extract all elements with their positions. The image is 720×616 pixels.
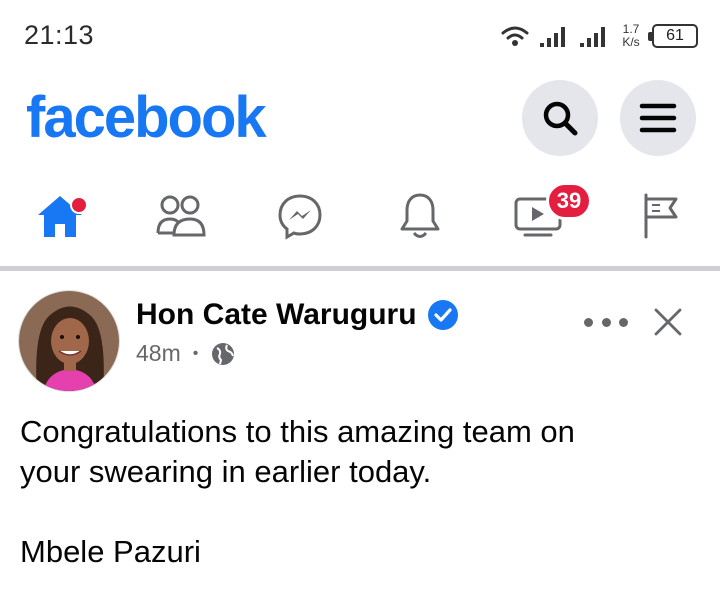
post-text-line: Congratulations to this amazing team on bbox=[20, 414, 575, 449]
post-text-line: Mbele Pazuri bbox=[20, 534, 201, 569]
avatar[interactable] bbox=[18, 290, 120, 392]
signal-icon-2 bbox=[580, 27, 605, 47]
profile-photo bbox=[19, 291, 119, 391]
bell-icon bbox=[400, 193, 440, 238]
battery-level: 61 bbox=[666, 27, 684, 44]
globe-icon bbox=[212, 342, 235, 365]
home-notification-dot bbox=[70, 196, 88, 214]
tab-friends[interactable] bbox=[150, 186, 210, 246]
wifi-icon bbox=[501, 26, 529, 46]
signal-icon bbox=[540, 27, 565, 47]
feed-post: Hon Cate Waruguru 48m • Congratulations … bbox=[0, 272, 720, 616]
verified-badge-icon bbox=[427, 300, 458, 330]
messenger-icon bbox=[278, 194, 322, 240]
more-dot bbox=[584, 317, 593, 327]
network-speed: 1.7 K/s bbox=[620, 23, 642, 49]
search-button[interactable] bbox=[522, 80, 598, 156]
feed-divider bbox=[0, 266, 720, 271]
tab-home[interactable] bbox=[30, 186, 90, 246]
close-icon[interactable] bbox=[650, 304, 686, 340]
watch-badge: 39 bbox=[546, 182, 592, 220]
status-bar: 21:13 1.7 K/s 61 bbox=[0, 0, 720, 72]
more-dot bbox=[619, 317, 628, 327]
post-time[interactable]: 48m bbox=[136, 340, 181, 367]
app-header: facebook bbox=[0, 80, 720, 160]
tab-notifications[interactable] bbox=[390, 186, 450, 246]
tab-watch[interactable]: 39 bbox=[508, 182, 592, 246]
status-icons: 1.7 K/s 61 bbox=[500, 18, 698, 54]
meta-separator: • bbox=[192, 344, 199, 362]
hamburger-menu-icon bbox=[639, 103, 677, 133]
facebook-logo[interactable]: facebook bbox=[26, 84, 267, 151]
battery-icon: 61 bbox=[648, 24, 698, 48]
tab-pages[interactable] bbox=[630, 186, 690, 246]
status-time: 21:13 bbox=[24, 20, 95, 50]
post-meta: 48m • bbox=[136, 340, 236, 367]
net-speed-unit: K/s bbox=[622, 35, 640, 49]
tab-bar: 39 bbox=[0, 172, 720, 258]
tab-messenger[interactable] bbox=[270, 186, 330, 246]
post-text: Congratulations to this amazing team on … bbox=[20, 412, 700, 572]
more-options-button[interactable] bbox=[584, 308, 628, 336]
menu-button[interactable] bbox=[620, 80, 696, 156]
flag-icon bbox=[644, 193, 678, 239]
author-name[interactable]: Hon Cate Waruguru bbox=[136, 298, 417, 332]
post-author: Hon Cate Waruguru bbox=[136, 298, 459, 332]
more-dot bbox=[601, 317, 611, 327]
search-icon bbox=[543, 101, 578, 136]
post-text-line: your swearing in earlier today. bbox=[20, 454, 432, 489]
friends-icon bbox=[156, 195, 206, 237]
